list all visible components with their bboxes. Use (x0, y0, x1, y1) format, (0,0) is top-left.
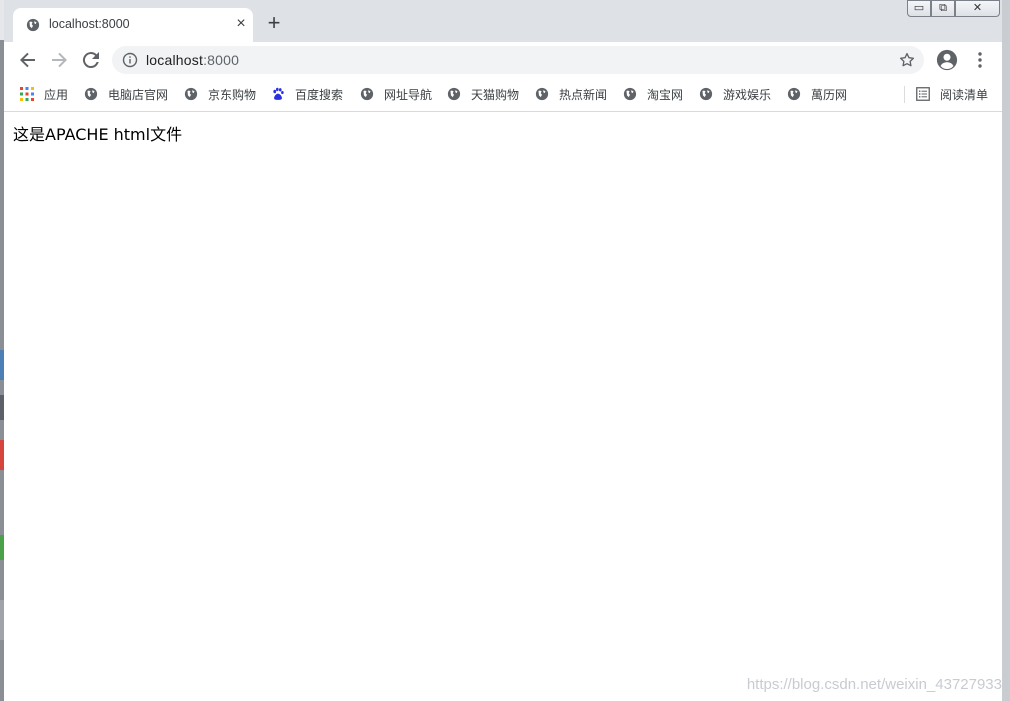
browser-window: localhost:8000 × + ▭ ⧉ ✕ localhost:8000 … (4, 0, 1002, 701)
bookmark-taobao[interactable]: 淘宝网 (623, 85, 683, 103)
globe-icon (787, 87, 801, 101)
bookmark-diannaodian[interactable]: 电脑店官网 (84, 85, 168, 103)
bookmark-redian[interactable]: 热点新闻 (535, 85, 607, 103)
more-menu-icon[interactable] (972, 51, 988, 69)
tab-strip: localhost:8000 × + ▭ ⧉ ✕ (4, 0, 1002, 42)
bookmark-label: 天猫购物 (471, 87, 520, 102)
bookmark-wanli[interactable]: 萬历网 (787, 85, 847, 103)
bookmark-label: 淘宝网 (647, 87, 684, 102)
bookmark-star-icon[interactable] (898, 51, 916, 69)
bookmarks-divider (904, 86, 905, 103)
reading-list-button[interactable]: 阅读清单 (916, 85, 988, 103)
back-arrow-icon[interactable] (16, 48, 40, 72)
url-port: :8000 (203, 52, 240, 68)
bookmark-baidu[interactable]: 百度搜索 (271, 85, 343, 103)
bookmark-label: 游戏娱乐 (723, 87, 772, 102)
forward-arrow-icon[interactable] (47, 48, 71, 72)
globe-icon (360, 87, 374, 101)
info-icon[interactable] (122, 52, 138, 68)
bookmark-apps[interactable]: 应用 (20, 85, 68, 103)
globe-icon (26, 18, 40, 32)
close-icon: ✕ (972, 2, 983, 14)
globe-icon (623, 87, 637, 101)
bookmark-label: 京东购物 (208, 87, 257, 102)
tab-close-button[interactable]: × (233, 15, 249, 33)
globe-icon (84, 87, 98, 101)
minimize-button[interactable]: ▭ (907, 0, 931, 17)
globe-icon (699, 87, 713, 101)
reading-list-icon (916, 87, 930, 101)
bookmark-youxi[interactable]: 游戏娱乐 (699, 85, 771, 103)
bookmark-wangzhi[interactable]: 网址导航 (360, 85, 432, 103)
new-tab-button[interactable]: + (263, 12, 285, 34)
tab-title: localhost:8000 (49, 17, 130, 31)
globe-icon (447, 87, 461, 101)
apps-grid-icon (20, 87, 34, 101)
globe-icon (535, 87, 549, 101)
url-text: localhost:8000 (146, 52, 239, 68)
bookmark-label: 电脑店官网 (108, 87, 169, 102)
maximize-button[interactable]: ⧉ (931, 0, 955, 17)
close-window-button[interactable]: ✕ (955, 0, 1000, 17)
maximize-icon: ⧉ (939, 2, 947, 14)
tab-localhost[interactable]: localhost:8000 × (13, 8, 253, 42)
bookmark-label: 网址导航 (384, 87, 433, 102)
bookmark-label: 热点新闻 (559, 87, 608, 102)
toolbar: localhost:8000 (4, 42, 1002, 78)
minimize-icon: ▭ (913, 2, 925, 14)
reload-icon[interactable] (79, 48, 103, 72)
bookmark-label: 萬历网 (811, 87, 848, 102)
address-bar[interactable]: localhost:8000 (112, 46, 924, 74)
profile-avatar-icon[interactable] (936, 49, 958, 71)
window-right-border (1002, 0, 1010, 701)
baidu-paw-icon (273, 87, 284, 100)
bookmarks-bar: 应用 电脑店官网 京东购物 百度搜索 网址导航 天猫购物 热点新闻 淘宝网 游戏… (4, 78, 1002, 112)
reading-list-label: 阅读清单 (940, 87, 989, 102)
bookmark-tianmao[interactable]: 天猫购物 (447, 85, 519, 103)
page-body-text: 这是APACHE html文件 (13, 125, 183, 144)
bookmark-jingdong[interactable]: 京东购物 (184, 85, 256, 103)
url-host: localhost (146, 52, 204, 68)
page-content: 这是APACHE html文件 (4, 112, 1002, 701)
bookmark-label: 百度搜索 (295, 87, 344, 102)
watermark: https://blog.csdn.net/weixin_43727933 (746, 676, 1002, 693)
bookmark-label: 应用 (44, 87, 69, 102)
globe-icon (184, 87, 198, 101)
